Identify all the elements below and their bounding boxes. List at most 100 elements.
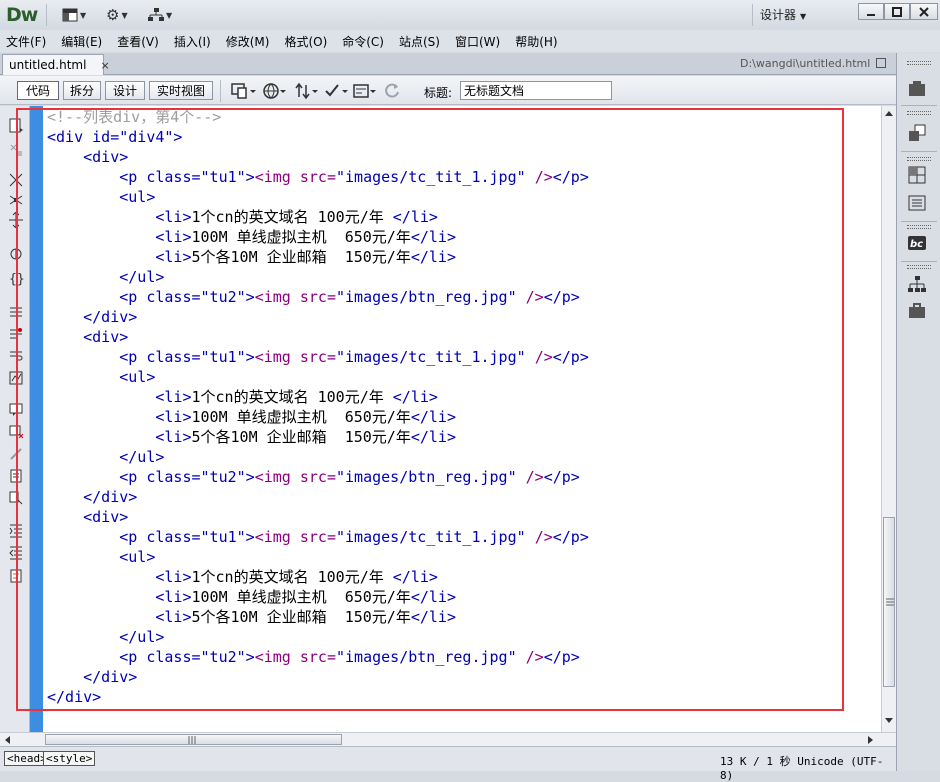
panel-grip[interactable] — [907, 111, 931, 115]
expand-all-icon[interactable] — [8, 212, 24, 228]
code-line[interactable]: </div> — [47, 668, 137, 686]
menu-modify[interactable]: 修改(M) — [226, 33, 270, 50]
indent-code-icon[interactable] — [8, 522, 24, 538]
code-editor[interactable]: <!--列表div，第4个--> <div id="div4"> <div> <… — [43, 106, 881, 732]
code-line[interactable]: <li>100M 单线虚拟主机 650元/年</li> — [47, 588, 456, 606]
title-input[interactable] — [460, 81, 612, 100]
preview-browser-button[interactable] — [262, 82, 286, 100]
scroll-right-icon[interactable] — [868, 736, 874, 744]
code-content[interactable]: <!--列表div，第4个--> <div id="div4"> <div> <… — [47, 107, 589, 707]
code-line[interactable]: </div> — [47, 308, 137, 326]
menu-window[interactable]: 窗口(W) — [455, 33, 500, 50]
maximize-button[interactable] — [884, 3, 910, 20]
code-line[interactable]: <!--列表div，第4个--> — [47, 108, 221, 126]
code-line[interactable]: <div> — [47, 148, 128, 166]
menu-file[interactable]: 文件(F) — [6, 33, 46, 50]
scroll-up-icon[interactable] — [885, 110, 893, 116]
panel-grip[interactable] — [907, 225, 931, 229]
code-line[interactable]: <ul> — [47, 548, 155, 566]
code-line[interactable]: <li>100M 单线虚拟主机 650元/年</li> — [47, 228, 456, 246]
layout-menu-button[interactable]: ▼ — [62, 6, 86, 24]
code-line[interactable]: </ul> — [47, 268, 164, 286]
move-css-icon[interactable] — [8, 490, 24, 506]
collapse-selection-icon[interactable] — [8, 192, 24, 208]
menu-view[interactable]: 查看(V) — [117, 33, 159, 50]
menu-help[interactable]: 帮助(H) — [515, 33, 557, 50]
code-line[interactable]: </ul> — [47, 628, 164, 646]
visual-aids-button[interactable] — [352, 82, 376, 100]
refresh-button[interactable] — [384, 82, 400, 100]
menu-edit[interactable]: 编辑(E) — [61, 33, 102, 50]
multiscreen-button[interactable] — [230, 82, 256, 100]
code-line[interactable]: <p class="tu1"><img src="images/tc_tit_1… — [47, 168, 589, 186]
syntax-coloring-icon[interactable] — [8, 370, 24, 386]
code-line[interactable]: </div> — [47, 488, 137, 506]
wrap-tag-icon[interactable] — [8, 446, 24, 462]
files-icon[interactable] — [907, 275, 927, 295]
code-line[interactable]: <li>1个cn的英文域名 100元/年 </li> — [47, 388, 438, 406]
panel-grip[interactable] — [907, 61, 931, 65]
code-view-button[interactable]: 代码 — [17, 81, 59, 100]
code-line[interactable]: <li>5个各10M 企业邮箱 150元/年</li> — [47, 608, 456, 626]
css-styles-icon[interactable] — [907, 123, 927, 143]
tab-close-icon[interactable]: × — [100, 59, 109, 72]
menu-site[interactable]: 站点(S) — [399, 33, 440, 50]
ap-elements-icon[interactable] — [907, 165, 927, 185]
design-view-button[interactable]: 设计 — [105, 81, 145, 100]
code-line[interactable]: <p class="tu1"><img src="images/tc_tit_1… — [47, 528, 589, 546]
close-button[interactable] — [910, 3, 938, 20]
vertical-scroll-thumb[interactable] — [883, 517, 895, 687]
insert-panel-icon[interactable] — [907, 79, 927, 99]
code-line[interactable]: <p class="tu2"><img src="images/btn_reg.… — [47, 288, 580, 306]
code-line[interactable]: <div> — [47, 328, 128, 346]
collapse-tag-icon[interactable] — [8, 172, 24, 188]
code-line[interactable]: <div> — [47, 508, 128, 526]
code-line[interactable]: <ul> — [47, 188, 155, 206]
scroll-left-icon[interactable] — [4, 736, 10, 744]
horizontal-scroll-thumb[interactable] — [45, 734, 342, 745]
menu-insert[interactable]: 插入(I) — [174, 33, 211, 50]
code-line[interactable]: <li>1个cn的英文域名 100元/年 </li> — [47, 568, 438, 586]
tag-inspector-icon[interactable] — [907, 193, 927, 213]
format-source-icon[interactable] — [8, 568, 24, 584]
code-line[interactable]: <p class="tu1"><img src="images/tc_tit_1… — [47, 348, 589, 366]
outdent-code-icon[interactable] — [8, 544, 24, 560]
workspace-switcher[interactable]: 设计器 ▼ — [760, 6, 806, 23]
recent-snippets-icon[interactable] — [8, 468, 24, 484]
select-parent-tag-icon[interactable] — [8, 246, 24, 262]
restore-icon[interactable] — [876, 58, 886, 68]
code-line[interactable]: </div> — [47, 688, 101, 706]
code-line[interactable]: <p class="tu2"><img src="images/btn_reg.… — [47, 468, 580, 486]
line-numbers-icon[interactable] — [8, 304, 24, 320]
scroll-down-icon[interactable] — [885, 718, 893, 724]
panel-grip[interactable] — [907, 265, 931, 269]
business-catalyst-icon[interactable]: bc — [907, 233, 927, 253]
word-wrap-icon[interactable] — [8, 348, 24, 364]
site-menu-button[interactable]: ▼ — [148, 6, 172, 24]
code-line[interactable]: <ul> — [47, 368, 155, 386]
apply-comment-icon[interactable] — [8, 402, 24, 418]
document-tab[interactable]: untitled.html × — [2, 54, 110, 75]
code-line[interactable]: <p class="tu2"><img src="images/btn_reg.… — [47, 648, 580, 666]
show-code-navigator-icon[interactable] — [8, 142, 24, 158]
live-view-button[interactable]: 实时视图 — [149, 81, 213, 100]
code-line[interactable]: <div id="div4"> — [47, 128, 182, 146]
panel-grip[interactable] — [907, 157, 931, 161]
open-documents-icon[interactable] — [8, 118, 24, 134]
horizontal-scrollbar[interactable] — [0, 732, 896, 746]
vertical-scrollbar[interactable] — [881, 106, 896, 732]
balance-braces-icon[interactable]: {} — [8, 270, 24, 286]
menu-commands[interactable]: 命令(C) — [342, 33, 384, 50]
file-management-button[interactable] — [294, 82, 318, 100]
code-line[interactable]: <li>5个各10M 企业邮箱 150元/年</li> — [47, 428, 456, 446]
code-line[interactable]: <li>100M 单线虚拟主机 650元/年</li> — [47, 408, 456, 426]
assets-icon[interactable] — [907, 301, 927, 321]
browser-check-button[interactable] — [324, 82, 348, 100]
code-line[interactable]: <li>5个各10M 企业邮箱 150元/年</li> — [47, 248, 456, 266]
code-line[interactable]: </ul> — [47, 448, 164, 466]
remove-comment-icon[interactable] — [8, 424, 24, 440]
minimize-button[interactable] — [858, 3, 884, 20]
split-view-button[interactable]: 拆分 — [63, 81, 101, 100]
code-line[interactable]: <li>1个cn的英文域名 100元/年 </li> — [47, 208, 438, 226]
extend-menu-button[interactable]: ⚙ ▼ — [106, 6, 128, 24]
